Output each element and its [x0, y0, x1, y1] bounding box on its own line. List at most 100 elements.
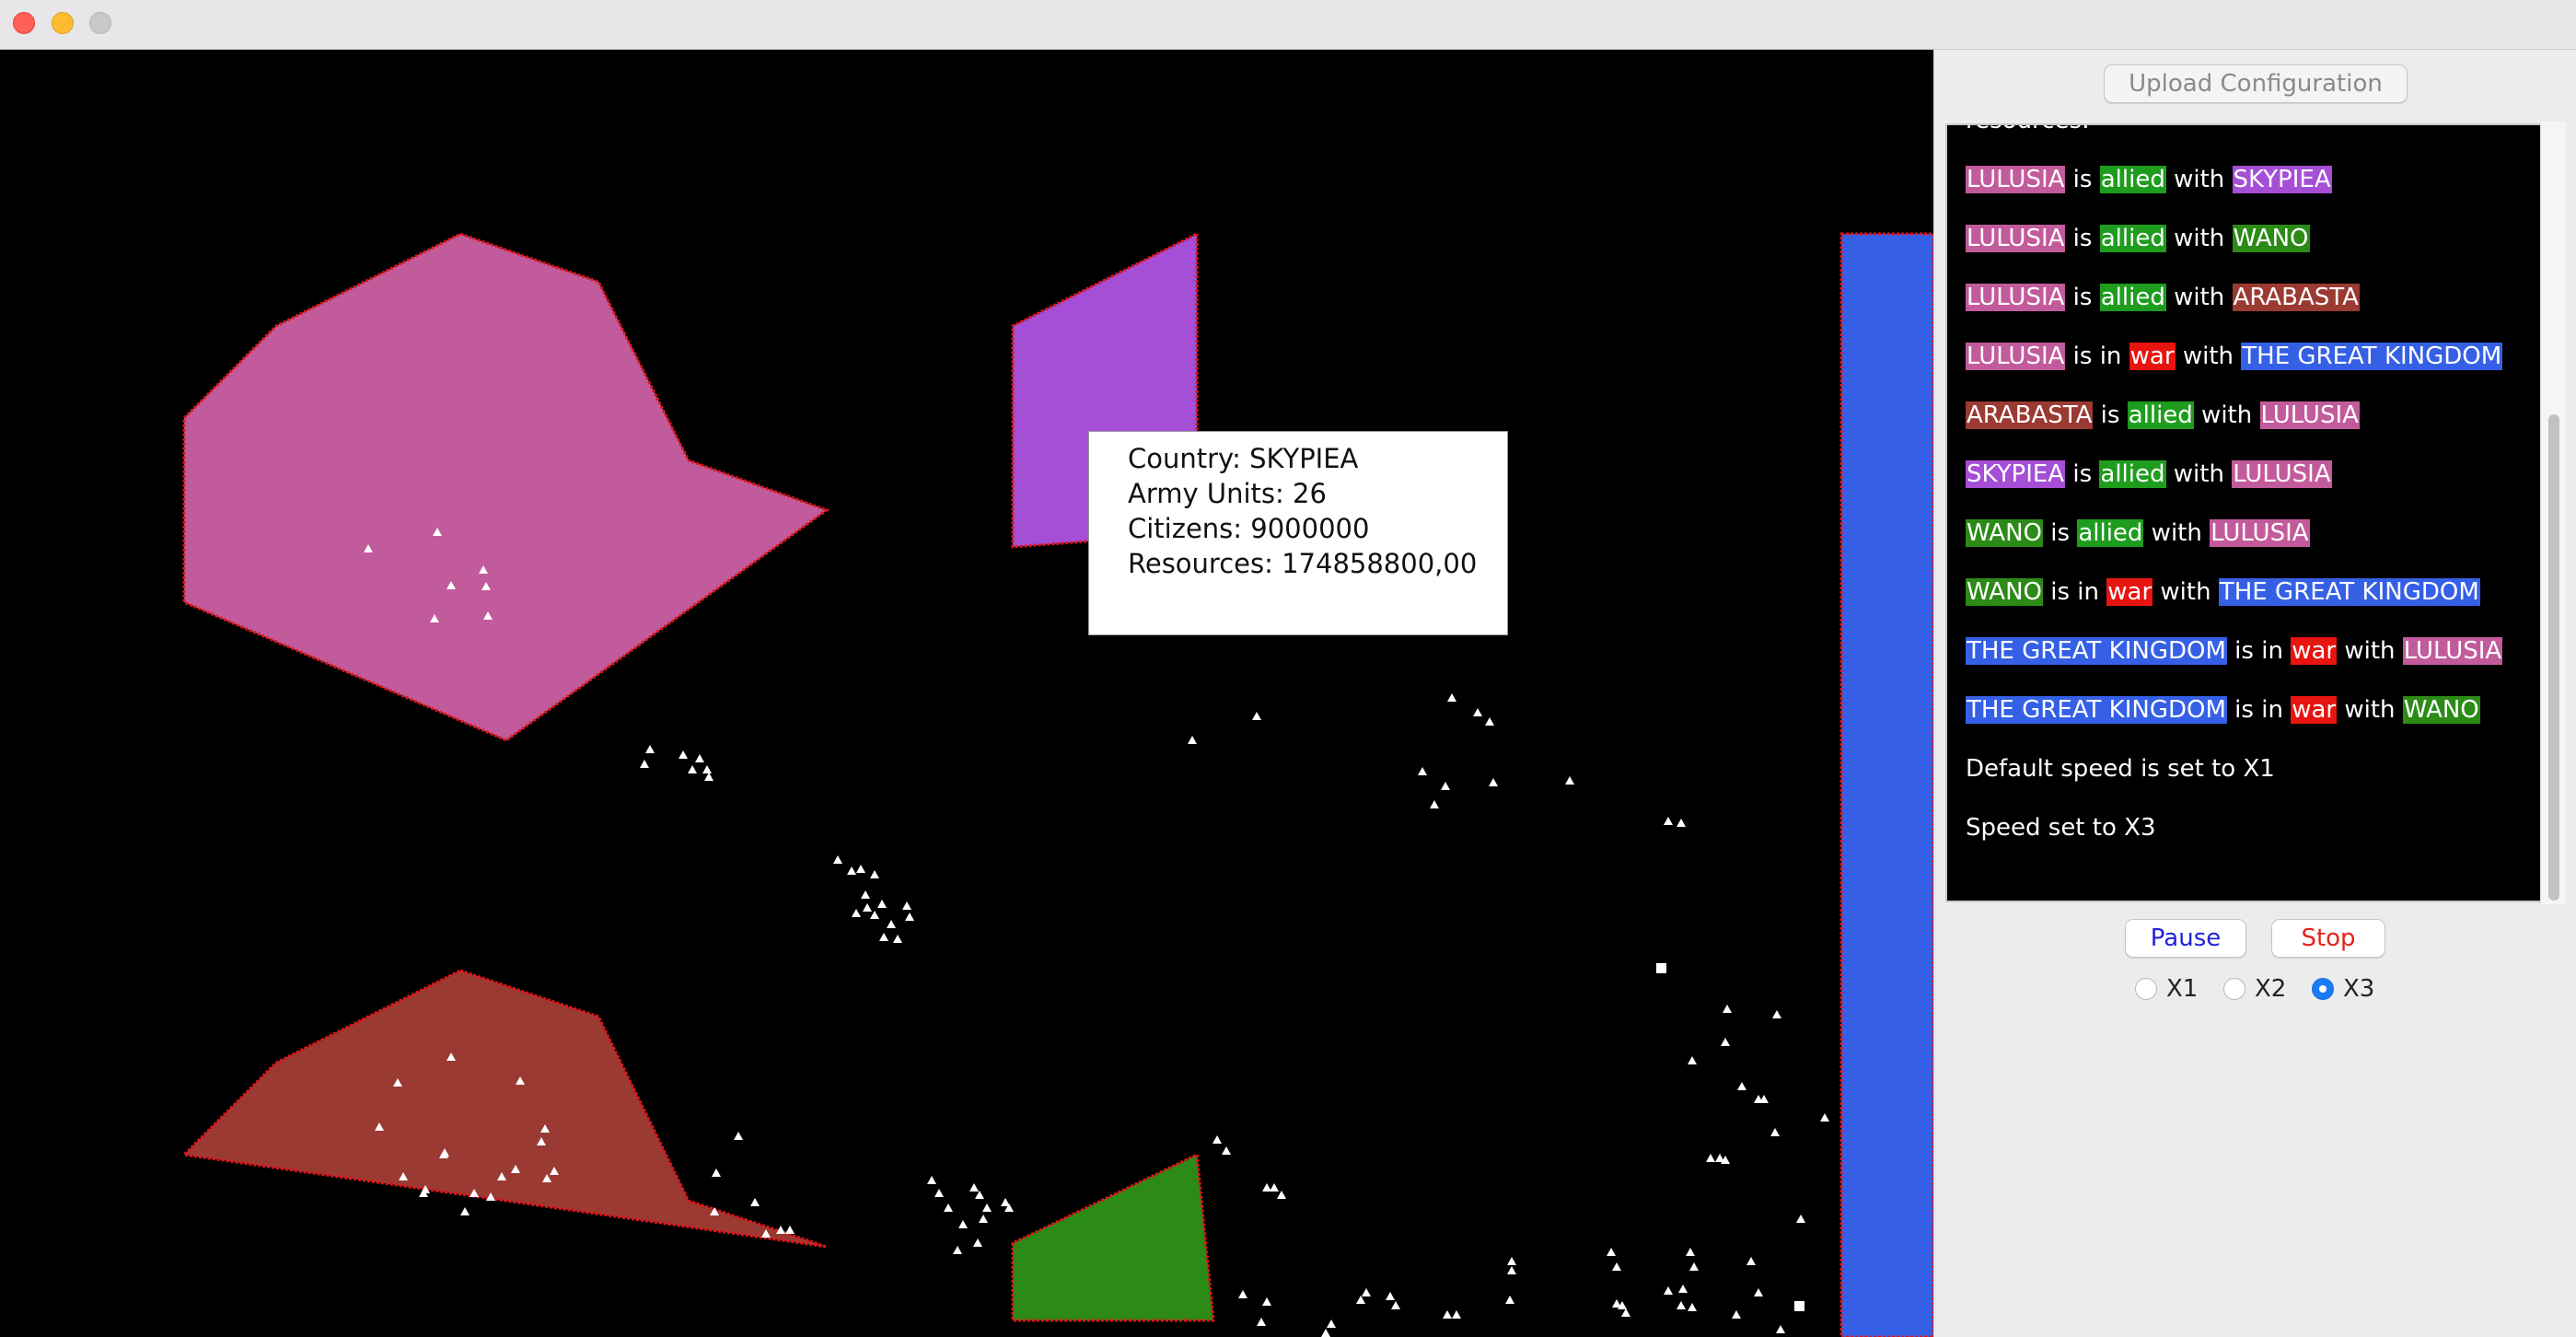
- army-unit: [734, 1132, 743, 1140]
- army-unit: [1754, 1288, 1763, 1296]
- log-text: is in: [2065, 343, 2129, 370]
- log-text: with: [2165, 284, 2233, 311]
- close-icon[interactable]: [13, 12, 35, 34]
- tooltip-resources: Resources: 174858800,00: [1128, 548, 1478, 579]
- relation-tag: allied: [2099, 460, 2166, 488]
- zoom-icon[interactable]: [89, 12, 111, 34]
- army-unit: [847, 866, 856, 875]
- army-unit: [1213, 1135, 1222, 1144]
- army-unit: [870, 870, 879, 878]
- log-scrollbar[interactable]: [2540, 122, 2566, 904]
- tooltip-country: Country: SKYPIEA: [1128, 443, 1359, 474]
- army-unit: [1746, 1257, 1756, 1265]
- army-unit: [833, 855, 842, 864]
- army-unit: [1430, 800, 1439, 808]
- army-unit: [973, 1238, 982, 1247]
- army-unit: [969, 1183, 979, 1192]
- speed-radio-x3[interactable]: X3: [2312, 971, 2374, 1007]
- relation-tag: war: [2291, 637, 2338, 665]
- log-line: LULUSIA is allied with SKYPIEA: [1966, 150, 2533, 209]
- army-unit: [1473, 708, 1482, 716]
- country-tag: THE GREAT KINGDOM: [2218, 578, 2480, 606]
- army-unit: [1607, 1248, 1616, 1256]
- army-unit: [785, 1226, 795, 1234]
- army-unit: [1443, 1310, 1452, 1319]
- speed-radio-label: X1: [2166, 975, 2199, 1003]
- unit-marker: [1794, 1301, 1804, 1311]
- radio-dot-icon[interactable]: [2223, 978, 2245, 1000]
- log-text: is: [2065, 460, 2100, 488]
- country-tooltip: Country: SKYPIEA Army Units: 26 Citizens…: [1088, 431, 1508, 635]
- army-unit: [695, 754, 704, 762]
- stop-button[interactable]: Stop: [2271, 919, 2385, 958]
- log-line: THE GREAT KINGDOM is in war with WANO: [1966, 680, 2533, 739]
- army-unit: [887, 920, 896, 928]
- country-lulusia: [182, 232, 830, 742]
- army-unit: [982, 1203, 992, 1212]
- log-text: with: [2165, 460, 2233, 488]
- log-line: resources:: [1966, 125, 2533, 150]
- log-text: with: [2175, 343, 2242, 370]
- minimize-icon[interactable]: [52, 12, 74, 34]
- speed-radio-label: X2: [2255, 975, 2287, 1003]
- army-unit: [640, 760, 649, 768]
- tooltip-army-units: Army Units: 26: [1128, 478, 1327, 509]
- speed-radio-x1[interactable]: X1: [2135, 971, 2198, 1007]
- army-unit: [944, 1203, 953, 1212]
- army-unit: [1678, 1285, 1688, 1293]
- log-text: is in: [2043, 578, 2107, 606]
- army-unit: [704, 773, 714, 781]
- army-unit: [902, 901, 911, 910]
- country-tag: WANO: [1966, 578, 2043, 606]
- army-unit: [1621, 1308, 1630, 1317]
- army-unit: [1222, 1146, 1231, 1155]
- upload-configuration-button[interactable]: Upload Configuration: [2104, 64, 2408, 103]
- army-unit: [1485, 717, 1494, 726]
- control-panel: Upload Configuration resources: LULUSIA …: [1933, 50, 2576, 1337]
- log-line: LULUSIA is in war with THE GREAT KINGDOM: [1966, 327, 2533, 386]
- log-line: LULUSIA is allied with ARABASTA: [1966, 268, 2533, 327]
- unit-marker: [1656, 963, 1666, 973]
- simulation-canvas[interactable]: Country: SKYPIEA Army Units: 26 Citizens…: [0, 50, 1933, 1337]
- country-the-great-kingdom: [1839, 232, 1933, 1337]
- army-unit: [1688, 1056, 1697, 1064]
- country-wano: [1011, 1152, 1215, 1322]
- army-unit: [856, 865, 865, 873]
- country-tag: ARABASTA: [2232, 284, 2360, 311]
- army-unit: [1507, 1257, 1516, 1265]
- world-map: [180, 231, 1933, 1337]
- relation-tag: allied: [2099, 166, 2166, 193]
- tooltip-citizens: Citizens: 9000000: [1128, 513, 1370, 544]
- speed-radio-x2[interactable]: X2: [2223, 971, 2286, 1007]
- army-unit: [975, 1191, 984, 1199]
- country-tag: SKYPIEA: [2232, 166, 2332, 193]
- log-scrollbar-thumb[interactable]: [2548, 414, 2559, 901]
- country-arabasta: [180, 969, 828, 1249]
- army-unit: [712, 1168, 721, 1177]
- army-unit: [1688, 1303, 1697, 1311]
- army-unit: [1386, 1292, 1395, 1300]
- army-unit: [1362, 1288, 1371, 1296]
- army-unit: [979, 1215, 988, 1223]
- log-line: WANO is allied with LULUSIA: [1966, 504, 2533, 563]
- log-text: with: [2193, 401, 2260, 429]
- log-text: Default speed is set to X1: [1966, 755, 2275, 783]
- supply-markers: [1322, 605, 1804, 1311]
- country-tag: LULUSIA: [1966, 284, 2066, 311]
- event-log-lines: resources: LULUSIA is allied with SKYPIE…: [1966, 125, 2533, 857]
- log-text: is in: [2226, 637, 2292, 665]
- event-log[interactable]: resources: LULUSIA is allied with SKYPIE…: [1945, 123, 2544, 902]
- army-unit: [863, 903, 872, 912]
- country-tag: THE GREAT KINGDOM: [1966, 637, 2227, 665]
- log-text: with: [2165, 225, 2233, 252]
- relation-tag: allied: [2099, 284, 2166, 311]
- army-unit: [1238, 1290, 1247, 1298]
- radio-dot-icon[interactable]: [2135, 978, 2157, 1000]
- army-unit: [927, 1176, 936, 1184]
- radio-dot-icon[interactable]: [2312, 978, 2334, 1000]
- army-unit: [1452, 1310, 1461, 1319]
- pause-button[interactable]: Pause: [2125, 919, 2246, 958]
- speed-radio-label: X3: [2343, 975, 2375, 1003]
- log-line: ARABASTA is allied with LULUSIA: [1966, 386, 2533, 445]
- army-unit: [1327, 1320, 1336, 1328]
